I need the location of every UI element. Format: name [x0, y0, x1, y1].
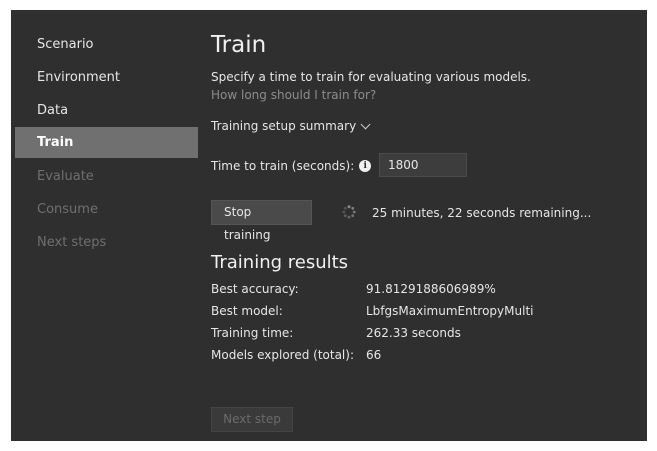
sidebar-item-scenario[interactable]: Scenario [15, 29, 198, 60]
models-explored-value: 66 [366, 348, 382, 362]
sidebar-item-train[interactable]: Train [15, 127, 198, 158]
info-icon[interactable]: i [359, 160, 372, 172]
training-setup-summary-toggle[interactable]: Training setup summary [211, 119, 371, 133]
best-accuracy-label: Best accuracy: [211, 282, 299, 296]
train-page: Train Specify a time to train for evalua… [211, 10, 647, 441]
training-time-label: Training time: [211, 326, 294, 340]
time-to-train-label: Time to train (seconds): i [211, 159, 372, 173]
sidebar-item-data[interactable]: Data [15, 95, 198, 126]
best-model-value: LbfgsMaximumEntropyMulti [366, 304, 534, 318]
sidebar-item-next-steps: Next steps [37, 235, 107, 250]
best-model-label: Best model: [211, 304, 283, 318]
best-accuracy-value: 91.8129188606989% [366, 282, 496, 296]
time-to-train-input[interactable] [379, 153, 467, 177]
spinner-icon [342, 205, 356, 219]
page-description: Specify a time to train for evaluating v… [211, 70, 531, 84]
page-title: Train [211, 32, 267, 58]
training-time-value: 262.33 seconds [366, 326, 461, 340]
sidebar-item-evaluate: Evaluate [37, 169, 94, 184]
next-step-button: Next step [211, 407, 293, 432]
models-explored-label: Models explored (total): [211, 348, 354, 362]
model-builder-window: Scenario Environment Data Train Evaluate… [11, 10, 647, 441]
sidebar-item-environment[interactable]: Environment [15, 62, 198, 93]
summary-toggle-label: Training setup summary [211, 119, 357, 133]
sidebar: Scenario Environment Data Train Evaluate… [11, 10, 198, 441]
time-to-train-text: Time to train (seconds): [211, 159, 355, 173]
stop-training-button[interactable]: Stop training [211, 200, 312, 242]
training-results-heading: Training results [211, 252, 349, 273]
chevron-down-icon [360, 119, 371, 130]
sidebar-item-consume: Consume [37, 202, 98, 217]
time-remaining-text: 25 minutes, 22 seconds remaining... [372, 206, 592, 220]
training-time-help-link[interactable]: How long should I train for? [211, 88, 376, 102]
